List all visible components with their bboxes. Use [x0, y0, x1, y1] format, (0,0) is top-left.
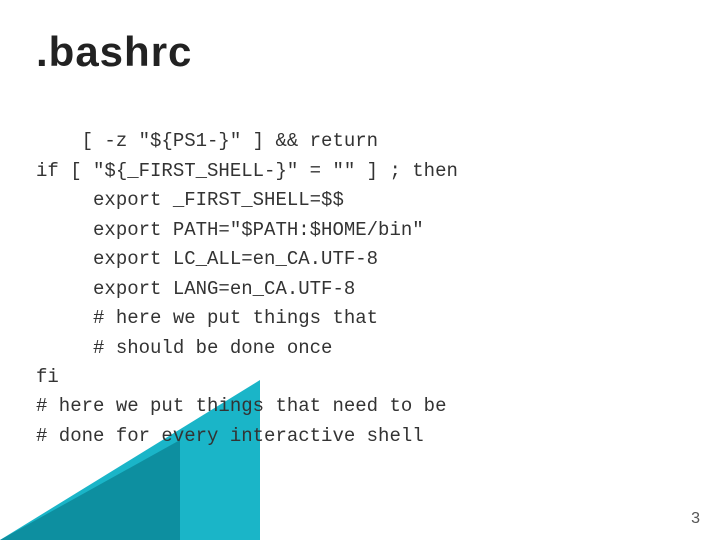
code-line-7: # here we put things that	[36, 307, 378, 329]
code-line-2: if [ "${_FIRST_SHELL-}" = "" ] ; then	[36, 160, 458, 182]
code-line-8: # should be done once	[36, 337, 332, 359]
slide-title: .bashrc	[36, 28, 684, 76]
code-block: [ -z "${PS1-}" ] && return if [ "${_FIRS…	[36, 98, 684, 481]
code-line-9: fi	[36, 366, 59, 388]
code-line-4: export PATH="$PATH:$HOME/bin"	[36, 219, 424, 241]
code-line-1: [ -z "${PS1-}" ] && return	[82, 130, 378, 152]
code-line-3: export _FIRST_SHELL=$$	[36, 189, 344, 211]
page-number: 3	[691, 510, 700, 528]
code-line-5: export LC_ALL=en_CA.UTF-8	[36, 248, 378, 270]
code-line-6: export LANG=en_CA.UTF-8	[36, 278, 355, 300]
code-line-10: # here we put things that need to be	[36, 395, 446, 417]
slide-content: .bashrc [ -z "${PS1-}" ] && return if [ …	[0, 0, 720, 501]
code-line-11: # done for every interactive shell	[36, 425, 424, 447]
